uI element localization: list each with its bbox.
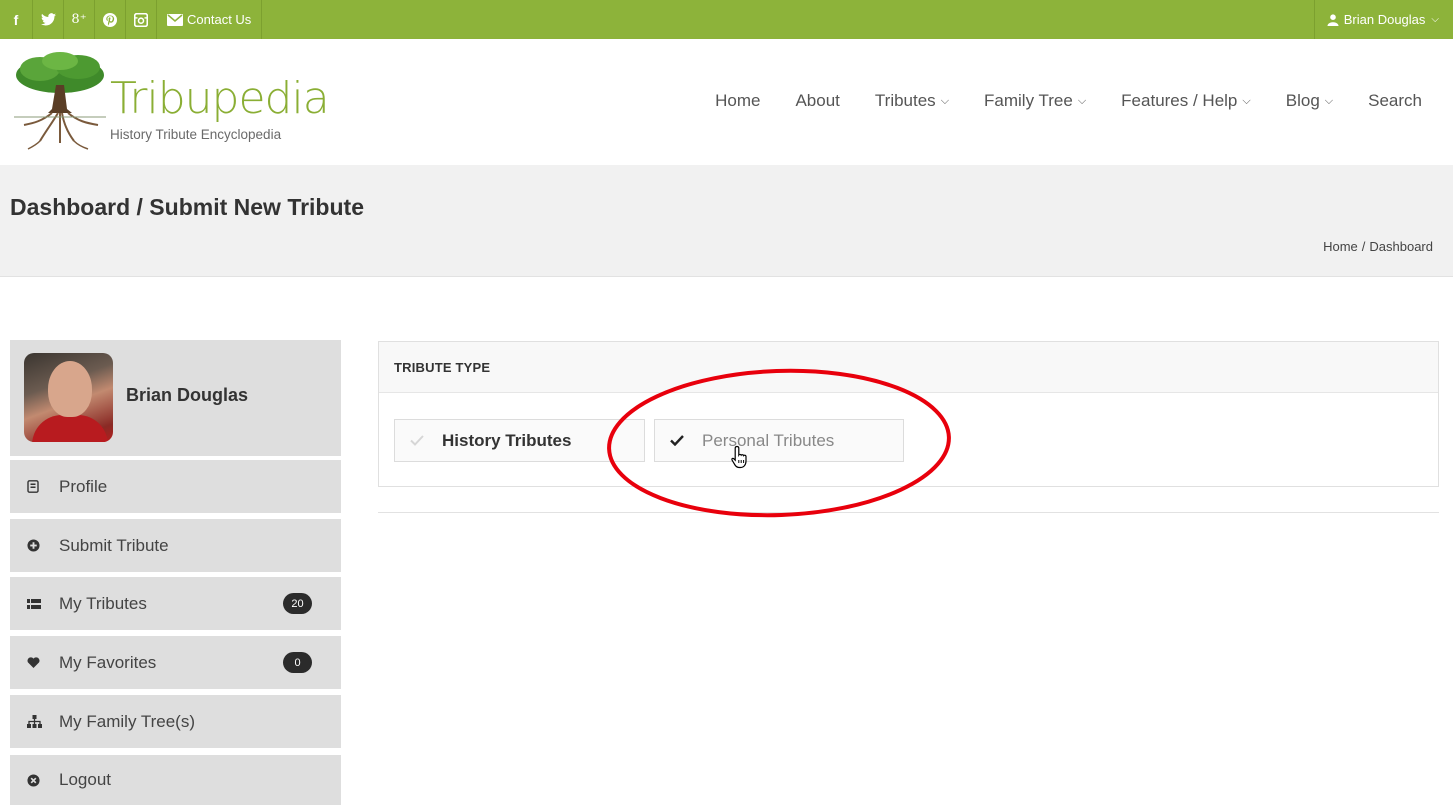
main-nav: Home About Tributes ⌵ Family Tree ⌵ Featur… [680, 91, 1422, 111]
nav-search[interactable]: Search [1368, 91, 1422, 111]
history-tributes-option[interactable]: History Tributes [394, 419, 645, 462]
nav-home-label: Home [715, 91, 761, 110]
nav-about[interactable]: About [795, 91, 839, 111]
sidebar-item-my-favorites[interactable]: My Favorites 0 [10, 636, 341, 689]
nav-tributes-label: Tributes [874, 91, 936, 110]
sidebar-item-logout[interactable]: Logout [10, 755, 341, 805]
sidebar-item-profile[interactable]: Profile [10, 460, 341, 513]
sidebar-item-label: My Family Tree(s) [59, 711, 195, 731]
count-badge: 0 [283, 652, 312, 673]
nav-home[interactable]: Home [715, 91, 760, 111]
heart-icon [27, 657, 51, 668]
breadcrumb-home[interactable]: Home [1323, 239, 1358, 254]
user-menu[interactable]: Brian Douglas ⌵ [1313, 0, 1453, 39]
tribute-type-panel: TRIBUTE TYPE History Tributes Personal T… [378, 341, 1439, 487]
contact-us-label: Contact Us [187, 12, 252, 27]
sidebar-item-label: Submit Tribute [59, 535, 169, 555]
nav-blog[interactable]: Blog ⌵ [1286, 91, 1333, 111]
breadcrumb-separator: / [1361, 239, 1366, 254]
sidebar-item-label: My Tributes [59, 593, 147, 613]
count-badge: 20 [283, 593, 312, 614]
user-name: Brian Douglas [1343, 12, 1426, 27]
page-title: Dashboard / Submit New Tribute [10, 194, 364, 220]
grid-list-icon [27, 598, 51, 609]
profile-icon [27, 480, 51, 493]
brand-tagline: History Tribute Encyclopedia [110, 127, 282, 142]
check-icon [652, 435, 702, 446]
pinterest-icon[interactable] [95, 0, 126, 39]
contact-us-link[interactable]: Contact Us [157, 0, 263, 39]
envelope-icon [167, 13, 183, 26]
sidebar-item-my-tributes[interactable]: My Tributes 20 [10, 577, 341, 630]
option-label: History Tributes [442, 430, 572, 450]
nav-search-label: Search [1368, 91, 1422, 110]
chevron-down-icon: ⌵ [1431, 14, 1439, 25]
sidebar-item-label: Profile [59, 476, 108, 496]
breadcrumb-dashboard[interactable]: Dashboard [1369, 239, 1433, 254]
page-title-band: Dashboard / Submit New Tribute Home / Dash… [0, 165, 1453, 277]
hand-pointer-cursor-icon [731, 445, 747, 469]
chevron-down-icon: ⌵ [1324, 94, 1334, 107]
avatar[interactable] [24, 353, 113, 442]
sidebar-item-label: My Favorites [59, 652, 157, 672]
nav-blog-label: Blog [1285, 91, 1320, 110]
sidebar-item-submit-tribute[interactable]: Submit Tribute [10, 519, 341, 572]
plus-circle-icon [27, 539, 51, 552]
nav-family-tree-label: Family Tree [984, 91, 1073, 110]
nav-about-label: About [795, 91, 840, 110]
profile-card: Brian Douglas [10, 340, 341, 456]
site-logo[interactable]: Tribupedia History Tribute Encyclopedia [12, 51, 330, 151]
nav-tributes[interactable]: Tributes ⌵ [875, 91, 949, 111]
user-icon [1327, 13, 1339, 26]
chevron-down-icon: ⌵ [940, 94, 950, 107]
breadcrumb: Home / Dashboard [1323, 239, 1433, 254]
sidebar-item-my-family-tree[interactable]: My Family Tree(s) [10, 695, 341, 748]
top-bar: f 8⁺ Contact Us Brian Douglas ⌵ [0, 0, 1453, 39]
profile-name: Brian Douglas [126, 385, 249, 405]
nav-family-tree[interactable]: Family Tree ⌵ [984, 91, 1086, 111]
chevron-down-icon: ⌵ [1242, 94, 1251, 107]
google-plus-icon[interactable]: 8⁺ [64, 0, 95, 39]
sitemap-icon [27, 715, 51, 728]
nav-features-help-label: Features / Help [1121, 91, 1238, 110]
sidebar-item-label: Logout [59, 770, 111, 789]
instagram-icon[interactable] [126, 0, 157, 39]
chevron-down-icon: ⌵ [1077, 94, 1087, 107]
social-links: f 8⁺ Contact Us [0, 0, 263, 39]
option-label: Personal Tributes [702, 430, 835, 450]
divider [378, 512, 1439, 513]
facebook-icon[interactable]: f [0, 0, 33, 39]
nav-features-help[interactable]: Features / Help ⌵ [1121, 91, 1251, 111]
site-header: Tribupedia History Tribute Encyclopedia … [0, 39, 1453, 165]
section-title: TRIBUTE TYPE [379, 342, 1438, 393]
brand-name: Tribupedia [110, 73, 330, 124]
check-icon [392, 435, 442, 446]
close-circle-icon [27, 773, 51, 787]
tree-logo-icon [14, 52, 106, 150]
personal-tributes-option[interactable]: Personal Tributes [654, 419, 904, 462]
twitter-icon[interactable] [33, 0, 64, 39]
